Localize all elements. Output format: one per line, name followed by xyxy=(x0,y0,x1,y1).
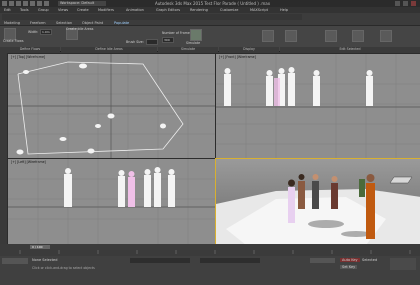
front-grid xyxy=(216,54,420,158)
ribbon-tab-bar: Modeling Freeform Selection Object Paint… xyxy=(0,13,420,26)
group-simulate: Simulate xyxy=(158,47,218,52)
maximize-icon[interactable] xyxy=(403,1,408,6)
simulate-icon[interactable] xyxy=(190,29,202,41)
prompt-line: Click or click-and-drag to select object… xyxy=(32,266,95,270)
project-folder-icon[interactable] xyxy=(44,1,49,6)
regenerate-icon[interactable] xyxy=(285,30,297,42)
display-icon[interactable] xyxy=(262,30,274,42)
width-field[interactable]: 1.0m xyxy=(40,29,52,35)
key-filter-dropdown[interactable]: Selected xyxy=(362,258,377,262)
playback-controls[interactable] xyxy=(310,258,335,263)
auto-key-button[interactable]: Auto Key xyxy=(340,258,360,262)
width-label: Width: xyxy=(28,30,39,34)
group-define-idle-areas: Define Idle Areas xyxy=(61,47,157,52)
redo-icon[interactable] xyxy=(37,1,42,6)
width-value: 1.0m xyxy=(42,30,50,34)
tab-populate[interactable]: Populate xyxy=(114,21,129,25)
x-coordinate-field[interactable] xyxy=(130,258,190,263)
viewport-left[interactable]: [+] [Left] [Wireframe] xyxy=(7,158,216,246)
left-grid xyxy=(8,159,215,245)
number-of-frames-label: Number of Frames xyxy=(162,31,192,35)
workspace-dropdown[interactable]: Workspace: Default xyxy=(58,1,106,6)
set-key-button[interactable]: Set Key xyxy=(340,265,358,269)
selection-status: None Selected xyxy=(32,258,58,262)
new-file-icon[interactable] xyxy=(9,1,14,6)
viewcube-icon xyxy=(389,176,413,184)
tab-freeform[interactable]: Freeform xyxy=(30,21,46,25)
ribbon-panel: Create Flows Width: 1.0m Create Idle Are… xyxy=(0,26,420,52)
create-idle-areas-label: Create Idle Areas xyxy=(66,27,94,31)
top-grid xyxy=(8,54,215,158)
frames-value: 300 xyxy=(164,38,170,42)
tab-modeling[interactable]: Modeling xyxy=(4,21,20,25)
save-icon[interactable] xyxy=(23,1,28,6)
viewport-top[interactable]: [+] [Top] [Wireframe] xyxy=(7,53,216,159)
create-flows-label: Create Flows xyxy=(3,39,24,43)
y-coordinate-field[interactable] xyxy=(200,258,260,263)
group-display: Display xyxy=(219,47,279,52)
window-title: Autodesk 3ds Max 2015 Test Flor Parade (… xyxy=(155,1,271,6)
close-icon[interactable] xyxy=(411,1,416,6)
maxscript-listener[interactable] xyxy=(2,258,28,264)
open-file-icon[interactable] xyxy=(16,1,21,6)
undo-icon[interactable] xyxy=(30,1,35,6)
group-edit-selected: Edit Selected xyxy=(280,47,420,52)
perspective-scene xyxy=(216,159,420,245)
edit-selected-icon[interactable] xyxy=(325,30,337,42)
viewport-perspective[interactable]: [+] [Perspective] [Realistic] xyxy=(215,158,420,246)
tab-selection[interactable]: Selection xyxy=(56,21,72,25)
brush-size-field[interactable] xyxy=(146,39,158,45)
frames-field[interactable]: 300 xyxy=(162,37,174,43)
tab-object-paint[interactable]: Object Paint xyxy=(82,21,103,25)
frame-counter: 0 / 100 xyxy=(32,245,43,249)
status-bar: None Selected Click or click-and-drag to… xyxy=(0,256,420,285)
viewport-front[interactable]: [+] [Front] [Wireframe] xyxy=(215,53,420,159)
time-slider[interactable]: 0 / 100 xyxy=(30,245,50,249)
brush-size-label: Brush Size: xyxy=(126,40,144,44)
app-logo-icon[interactable] xyxy=(2,1,7,6)
main-toolbar xyxy=(2,14,302,20)
timeline[interactable]: 0 / 100 xyxy=(0,244,420,256)
group-define-flows: Define Flows xyxy=(0,47,60,52)
title-bar: Workspace: Default Autodesk 3ds Max 2015… xyxy=(0,0,420,7)
viewport-navigation-controls[interactable] xyxy=(390,258,416,270)
simulate-label: Simulate xyxy=(186,41,201,45)
minimize-icon[interactable] xyxy=(395,1,400,6)
randomize-icon[interactable] xyxy=(352,30,364,42)
delete-icon[interactable] xyxy=(380,30,392,42)
